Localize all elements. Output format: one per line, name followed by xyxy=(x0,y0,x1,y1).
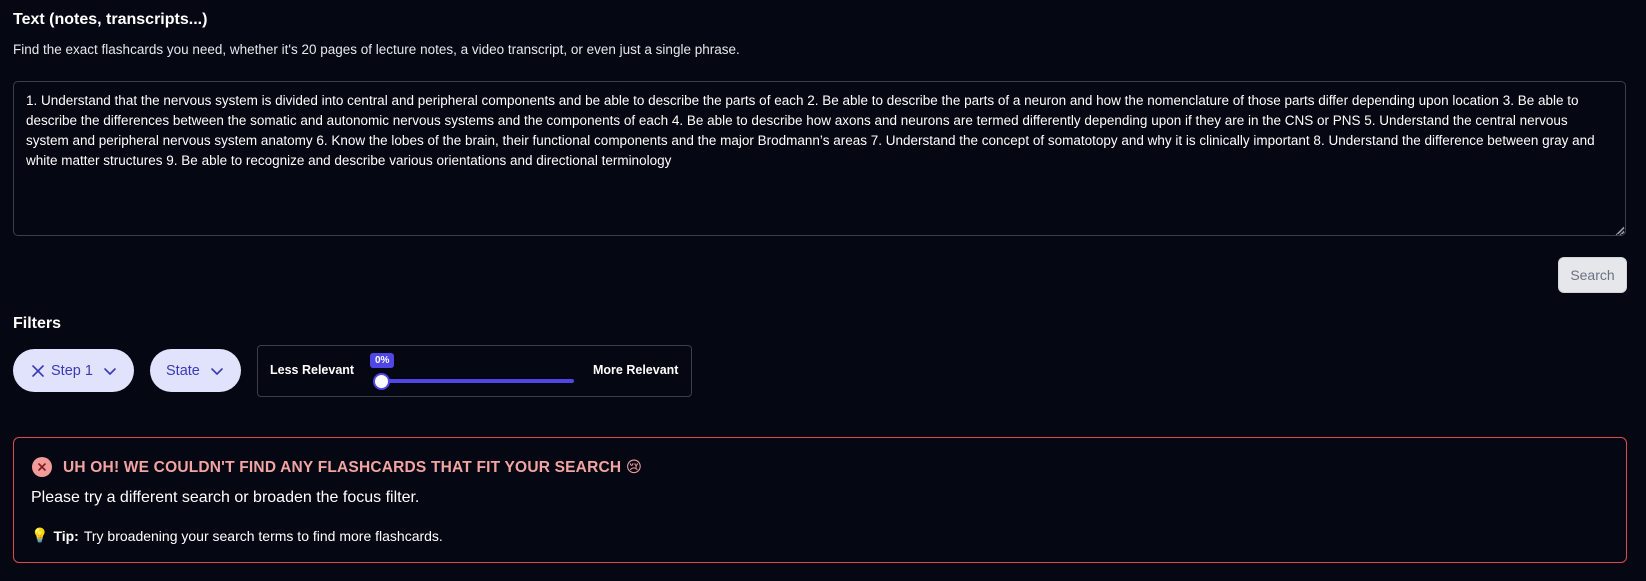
state-filter-label: State xyxy=(166,362,200,379)
notes-textarea[interactable]: 1. Understand that the nervous system is… xyxy=(13,81,1626,236)
close-icon[interactable] xyxy=(31,364,45,378)
error-circle-icon xyxy=(32,457,52,477)
relevance-slider-thumb[interactable] xyxy=(373,373,390,390)
alert-tip: 💡 Tip: Try broadening your search terms … xyxy=(31,527,443,544)
more-relevant-label: More Relevant xyxy=(593,363,679,377)
resize-grip-icon[interactable] xyxy=(1613,224,1625,236)
alert-message: Please try a different search or broaden… xyxy=(31,489,420,506)
less-relevant-label: Less Relevant xyxy=(270,363,355,377)
relevance-slider-box: Less Relevant 0% More Relevant xyxy=(257,345,692,397)
search-button[interactable]: Search xyxy=(1558,257,1627,293)
filters-title: Filters xyxy=(13,315,62,332)
step-filter-label: Step 1 xyxy=(51,362,93,379)
state-filter-pill[interactable]: State xyxy=(150,349,241,392)
no-results-alert: UH OH! WE COULDN'T FIND ANY FLASHCARDS T… xyxy=(13,437,1627,563)
chevron-down-icon xyxy=(210,364,224,378)
page: Text (notes, transcripts...) Find the ex… xyxy=(0,0,1646,581)
relevance-slider-track[interactable] xyxy=(380,379,574,383)
tip-label: Tip: xyxy=(53,527,79,544)
text-input-description: Find the exact flashcards you need, whet… xyxy=(13,42,740,57)
lightbulb-icon: 💡 xyxy=(31,527,49,543)
relevance-value-badge: 0% xyxy=(370,353,395,368)
text-input-title: Text (notes, transcripts...) xyxy=(13,11,208,28)
alert-title: UH OH! WE COULDN'T FIND ANY FLASHCARDS T… xyxy=(63,459,643,476)
tip-text: Try broadening your search terms to find… xyxy=(83,527,443,544)
chevron-down-icon xyxy=(103,364,117,378)
step-filter-pill[interactable]: Step 1 xyxy=(13,349,134,392)
